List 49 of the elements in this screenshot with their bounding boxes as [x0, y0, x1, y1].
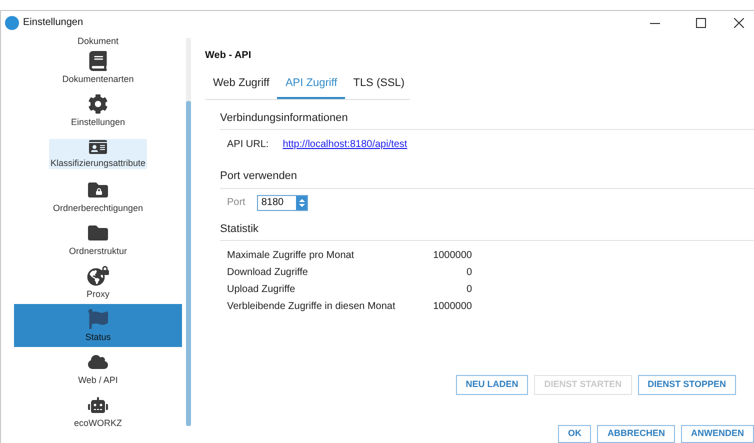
sidebar-item[interactable]: Status	[14, 304, 182, 347]
section-heading: Statistik	[220, 220, 754, 241]
statistic-value: 0	[466, 283, 472, 297]
page-title: Web - API	[205, 49, 252, 63]
service-button[interactable]: NEU LADEN	[456, 375, 528, 395]
statistic-value: 1000000	[433, 300, 472, 314]
statistic-label: Verbleibende Zugriffe in diesen Monat	[227, 300, 396, 314]
sidebar-item[interactable]: Proxy	[14, 261, 182, 304]
close-icon[interactable]	[734, 18, 744, 28]
statistic-value: 1000000	[433, 249, 472, 263]
sidebar-item[interactable]: ecoWORKZ	[14, 390, 182, 433]
folder-lock-icon	[88, 180, 108, 200]
sidebar-item[interactable]: Dokumentenarten	[14, 46, 182, 89]
statistic-label: Upload Zugriffe	[227, 283, 296, 297]
maximize-icon[interactable]	[696, 18, 706, 28]
sidebar-item[interactable]: Klassifizierungsattribute	[14, 132, 182, 175]
service-button[interactable]: DIENST STOPPEN	[638, 375, 736, 395]
statistic-label: Download Zugriffe	[227, 266, 308, 280]
api-url-link[interactable]: http://localhost:8180/api/test	[282, 137, 408, 152]
dialog-button[interactable]: ABBRECHEN	[597, 425, 675, 443]
book-icon	[88, 50, 108, 70]
section-heading: Verbindungsinformationen	[220, 110, 754, 130]
globe-lock-icon	[86, 266, 109, 286]
port-spinner[interactable]: 8180	[257, 194, 308, 210]
settings-icon	[88, 94, 108, 114]
tab[interactable]: API Zugriff	[277, 75, 346, 98]
window-title: Einstellungen	[23, 16, 84, 30]
app-logo-icon	[5, 16, 19, 30]
minimize-icon[interactable]	[650, 22, 660, 24]
sidebar-item[interactable]: Ordnerstruktur	[14, 218, 182, 261]
sidebar-item[interactable]: Web / API	[14, 347, 182, 390]
sidebar-item[interactable]: Einstellungen	[14, 89, 182, 132]
dialog-button[interactable]: OK	[558, 425, 592, 443]
statistic-value: 0	[466, 266, 472, 280]
scrollbar-icon[interactable]	[186, 38, 191, 426]
spinner-arrows-icon[interactable]	[296, 196, 308, 210]
field-label: Port	[227, 196, 246, 210]
tab[interactable]: TLS (SSL)	[345, 75, 413, 98]
folder-icon	[88, 222, 108, 242]
sidebar-item[interactable]: Ordnerberechtigungen	[14, 175, 182, 218]
robot-icon	[88, 394, 108, 414]
section-heading: Port verwenden	[220, 168, 754, 188]
sidebar-item[interactable]: Dokument	[14, 34, 182, 46]
card-icon	[88, 138, 107, 154]
dialog-button[interactable]: ANWENDEN	[681, 425, 754, 443]
tab[interactable]: Web Zugriff	[205, 75, 278, 98]
statistic-label: Maximale Zugriffe pro Monat	[227, 249, 354, 263]
field-label: API URL:	[227, 138, 269, 152]
flag-icon	[88, 308, 108, 328]
